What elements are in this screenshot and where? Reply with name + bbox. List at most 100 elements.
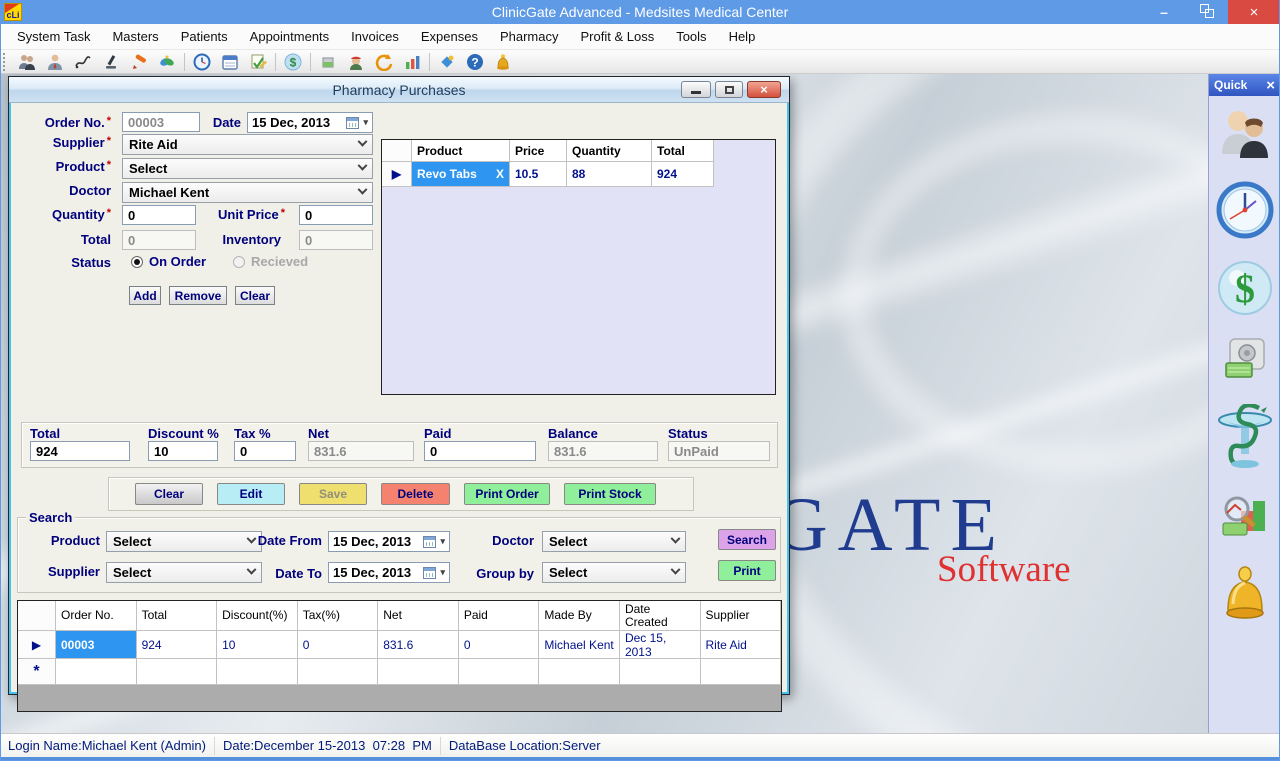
dropdown-arrow-icon[interactable]: ▾ bbox=[363, 117, 368, 128]
cell-date-created[interactable]: Dec 15, 2013 bbox=[620, 631, 701, 659]
reminder-icon[interactable] bbox=[493, 52, 513, 72]
add-button[interactable]: Add bbox=[129, 286, 161, 305]
col-date-created[interactable]: Date Created bbox=[620, 601, 701, 631]
cell-total[interactable]: 924 bbox=[652, 162, 714, 187]
delete-button[interactable]: Delete bbox=[381, 483, 450, 505]
doctor-combobox[interactable]: Michael Kent bbox=[122, 182, 373, 203]
patients-icon[interactable] bbox=[17, 52, 37, 72]
empty-cell[interactable] bbox=[539, 659, 620, 685]
quick-reminders-icon[interactable] bbox=[1220, 564, 1270, 627]
menu-tools[interactable]: Tools bbox=[665, 24, 717, 50]
menu-system-task[interactable]: System Task bbox=[6, 24, 101, 50]
staff-icon[interactable] bbox=[45, 52, 65, 72]
patient-record-icon[interactable] bbox=[346, 52, 366, 72]
reports-icon[interactable] bbox=[402, 52, 422, 72]
calendar-icon[interactable] bbox=[220, 52, 240, 72]
search-supplier-combobox[interactable]: Select bbox=[106, 562, 262, 583]
row-selector-cell[interactable]: ▶ bbox=[18, 631, 56, 659]
cell-product[interactable]: Revo TabsX bbox=[412, 162, 510, 187]
cell-total[interactable]: 924 bbox=[137, 631, 218, 659]
col-tax[interactable]: Tax(%) bbox=[298, 601, 379, 631]
quick-patients-icon[interactable] bbox=[1218, 106, 1272, 165]
empty-cell[interactable] bbox=[701, 659, 782, 685]
dialog-close-button[interactable]: × bbox=[747, 81, 781, 98]
search-doctor-combobox[interactable]: Select bbox=[542, 531, 686, 552]
menu-pharmacy[interactable]: Pharmacy bbox=[489, 24, 570, 50]
row-selector-cell[interactable]: ▶ bbox=[382, 162, 412, 187]
dropdown-arrow-icon[interactable]: ▾ bbox=[440, 536, 445, 547]
clear-button[interactable]: Clear bbox=[135, 483, 203, 505]
product-combobox[interactable]: Select bbox=[122, 158, 373, 179]
cell-discount[interactable]: 10 bbox=[217, 631, 298, 659]
empty-cell[interactable] bbox=[298, 659, 379, 685]
cell-made-by[interactable]: Michael Kent bbox=[539, 631, 620, 659]
help-icon[interactable]: ? bbox=[465, 52, 485, 72]
search-product-combobox[interactable]: Select bbox=[106, 531, 262, 552]
marker-icon[interactable] bbox=[129, 52, 149, 72]
col-discount[interactable]: Discount(%) bbox=[217, 601, 298, 631]
refresh-icon[interactable] bbox=[374, 52, 394, 72]
restore-button[interactable] bbox=[1188, 0, 1228, 24]
quick-pharmacy-icon[interactable] bbox=[1215, 404, 1275, 475]
quick-close-icon[interactable]: × bbox=[1266, 77, 1275, 94]
print-order-button[interactable]: Print Order bbox=[464, 483, 550, 505]
close-button[interactable]: × bbox=[1228, 0, 1280, 24]
clear-items-button[interactable]: Clear bbox=[235, 286, 275, 305]
payments-icon[interactable]: $ bbox=[283, 52, 303, 72]
col-product[interactable]: Product bbox=[412, 140, 510, 162]
col-total[interactable]: Total bbox=[652, 140, 714, 162]
dropdown-arrow-icon[interactable]: ▾ bbox=[440, 567, 445, 578]
col-supplier[interactable]: Supplier bbox=[701, 601, 782, 631]
calendar-icon[interactable] bbox=[423, 567, 436, 579]
dialog-maximize-button[interactable] bbox=[715, 81, 743, 98]
quick-appointments-icon[interactable] bbox=[1216, 181, 1274, 244]
procedures-icon[interactable] bbox=[157, 52, 177, 72]
remove-button[interactable]: Remove bbox=[169, 286, 227, 305]
menu-invoices[interactable]: Invoices bbox=[340, 24, 410, 50]
date-to-picker[interactable]: 15 Dec, 2013▾ bbox=[328, 562, 450, 583]
quick-expenses-icon[interactable] bbox=[1222, 337, 1268, 388]
empty-cell[interactable] bbox=[620, 659, 701, 685]
minimize-button[interactable]: – bbox=[1144, 0, 1184, 24]
edit-button[interactable]: Edit bbox=[217, 483, 285, 505]
cleanup-icon[interactable] bbox=[437, 52, 457, 72]
empty-cell[interactable] bbox=[56, 659, 137, 685]
billing-icon[interactable] bbox=[248, 52, 268, 72]
col-paid[interactable]: Paid bbox=[459, 601, 540, 631]
col-net[interactable]: Net bbox=[378, 601, 459, 631]
cell-quantity[interactable]: 88 bbox=[567, 162, 652, 187]
col-made-by[interactable]: Made By bbox=[539, 601, 620, 631]
dialog-titlebar[interactable]: Pharmacy Purchases × bbox=[9, 77, 789, 103]
calendar-icon[interactable] bbox=[423, 536, 436, 548]
clock-icon[interactable] bbox=[192, 52, 212, 72]
menu-expenses[interactable]: Expenses bbox=[410, 24, 489, 50]
cell-net[interactable]: 831.6 bbox=[378, 631, 459, 659]
orders-grid-new-row[interactable]: * bbox=[18, 659, 781, 685]
col-price[interactable]: Price bbox=[510, 140, 567, 162]
print-stock-button[interactable]: Print Stock bbox=[564, 483, 656, 505]
search-button[interactable]: Search bbox=[718, 529, 776, 550]
empty-cell[interactable] bbox=[217, 659, 298, 685]
menu-help[interactable]: Help bbox=[718, 24, 767, 50]
toolbar-grip[interactable] bbox=[3, 53, 8, 71]
instrument-icon[interactable] bbox=[101, 52, 121, 72]
totals-total-field[interactable] bbox=[30, 441, 130, 461]
unit-price-field[interactable] bbox=[299, 205, 373, 225]
orders-grid-row[interactable]: ▶ 00003 924 10 0 831.6 0 Michael Kent De… bbox=[18, 631, 781, 659]
cell-price[interactable]: 10.5 bbox=[510, 162, 567, 187]
totals-tax-field[interactable] bbox=[234, 441, 296, 461]
print-button[interactable]: Print bbox=[718, 560, 776, 581]
col-order-no[interactable]: Order No. bbox=[56, 601, 137, 631]
group-by-combobox[interactable]: Select bbox=[542, 562, 686, 583]
signature-icon[interactable] bbox=[73, 52, 93, 72]
cell-order-no[interactable]: 00003 bbox=[56, 631, 137, 659]
dialog-minimize-button[interactable] bbox=[681, 81, 711, 98]
quick-panel-header[interactable]: Quick × bbox=[1209, 74, 1280, 96]
date-from-picker[interactable]: 15 Dec, 2013▾ bbox=[328, 531, 450, 552]
menu-masters[interactable]: Masters bbox=[101, 24, 169, 50]
cell-paid[interactable]: 0 bbox=[459, 631, 540, 659]
totals-discount-field[interactable] bbox=[148, 441, 218, 461]
quick-payments-icon[interactable]: $ bbox=[1217, 260, 1273, 321]
empty-cell[interactable] bbox=[137, 659, 218, 685]
supplier-combobox[interactable]: Rite Aid bbox=[122, 134, 373, 155]
